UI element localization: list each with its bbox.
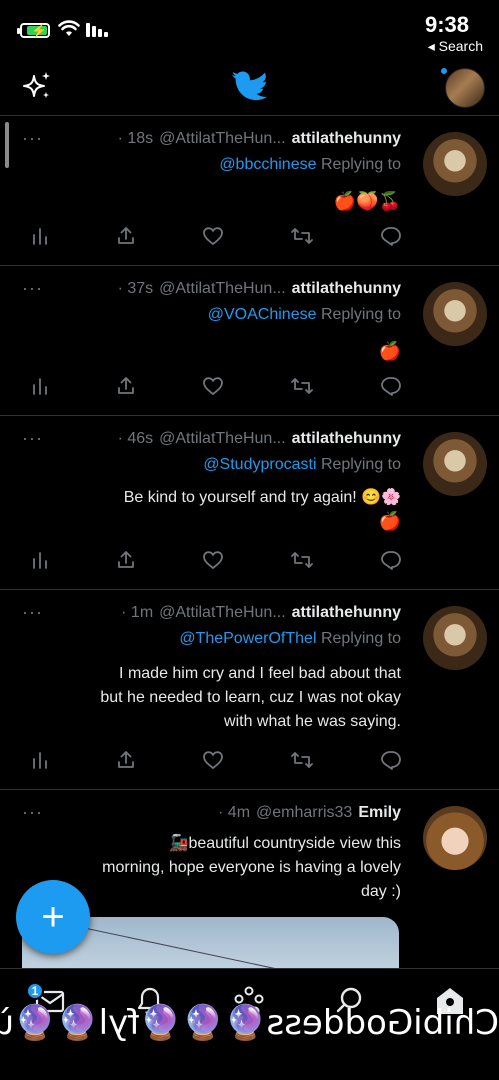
tweet-header: · 37s @AttilatTheHun... attilathehunny bbox=[118, 280, 401, 298]
avatar[interactable] bbox=[423, 132, 487, 196]
tweet-text: 🍎 bbox=[378, 341, 401, 362]
analytics-icon[interactable] bbox=[30, 376, 50, 396]
profile-avatar[interactable] bbox=[445, 68, 485, 108]
tweet-header: · 18s @AttilatTheHun... attilathehunny bbox=[118, 130, 401, 148]
retweet-icon[interactable] bbox=[290, 226, 314, 246]
reply-icon[interactable] bbox=[380, 550, 402, 570]
battery-charging-icon: ⚡ bbox=[17, 23, 50, 38]
reply-handle-link[interactable]: @VOAChinese bbox=[208, 306, 317, 323]
tweet-actions bbox=[30, 226, 402, 246]
tweet-header: · 1m @AttilatTheHun... attilathehunny bbox=[121, 604, 401, 622]
more-options-icon[interactable]: ··· bbox=[22, 602, 43, 623]
tweet-actions bbox=[30, 750, 402, 770]
replying-to: @ThePowerOfThel Replying to bbox=[179, 630, 401, 647]
analytics-icon[interactable] bbox=[30, 226, 50, 246]
tweet-time: · 1m bbox=[121, 604, 154, 621]
more-options-icon[interactable]: ··· bbox=[22, 128, 43, 149]
like-icon[interactable] bbox=[202, 750, 224, 770]
replying-to: @VOAChinese Replying to bbox=[207, 306, 401, 323]
avatar[interactable] bbox=[423, 806, 487, 870]
tweet[interactable]: · 46s @AttilatTheHun... attilathehunny ·… bbox=[0, 416, 499, 590]
avatar[interactable] bbox=[423, 282, 487, 346]
like-icon[interactable] bbox=[202, 226, 224, 246]
avatar[interactable] bbox=[423, 432, 487, 496]
share-icon[interactable] bbox=[116, 376, 136, 396]
status-bar: ⚡ 9:38 ◂ Search bbox=[0, 0, 499, 60]
tweet[interactable]: · 37s @AttilatTheHun... attilathehunny ·… bbox=[0, 266, 499, 416]
replying-to: @Studyprocasti Replying to bbox=[203, 456, 401, 473]
tweet-author-name[interactable]: attilathehunny bbox=[292, 604, 401, 622]
sparkle-icon[interactable] bbox=[20, 70, 54, 104]
more-options-icon[interactable]: ··· bbox=[22, 428, 43, 449]
account-notification-dot bbox=[439, 66, 449, 76]
share-icon[interactable] bbox=[116, 750, 136, 770]
reply-handle-link[interactable]: @bbcchinese bbox=[219, 156, 316, 173]
wifi-icon bbox=[58, 20, 80, 36]
status-time: 9:38 bbox=[424, 12, 469, 37]
tweet-time: · 18s bbox=[117, 130, 154, 147]
tweet-time: · 37s bbox=[117, 280, 154, 297]
top-header bbox=[0, 60, 499, 116]
tweet-author-name[interactable]: Emily bbox=[358, 804, 401, 822]
tweet-text: 🍎🍑🍒 bbox=[333, 191, 401, 212]
retweet-icon[interactable] bbox=[290, 750, 314, 770]
reply-handle-link[interactable]: @Studyprocasti bbox=[203, 456, 316, 473]
avatar[interactable] bbox=[423, 606, 487, 670]
tweet-header: · 46s @AttilatTheHun... attilathehunny bbox=[118, 430, 401, 448]
replying-to: @bbcchinese Replying to bbox=[219, 156, 401, 173]
tweet-time: · 46s bbox=[117, 430, 154, 447]
share-icon[interactable] bbox=[116, 226, 136, 246]
retweet-icon[interactable] bbox=[290, 376, 314, 396]
tweet[interactable]: · 1m @AttilatTheHun... attilathehunny ··… bbox=[0, 590, 499, 790]
tweet-author-name[interactable]: attilathehunny bbox=[292, 130, 401, 148]
tweet-header: · 4m @emharris33 Emily bbox=[218, 804, 401, 822]
tweet-handle[interactable]: @AttilatTheHun... bbox=[159, 280, 286, 298]
compose-tweet-button[interactable]: + bbox=[16, 880, 90, 954]
retweet-icon[interactable] bbox=[290, 550, 314, 570]
share-icon[interactable] bbox=[116, 550, 136, 570]
tweet-text: 🚂beautiful countryside view this morning… bbox=[102, 835, 401, 900]
tweet-handle[interactable]: @AttilatTheHun... bbox=[159, 130, 286, 148]
tweet-author-name[interactable]: attilathehunny bbox=[292, 430, 401, 448]
analytics-icon[interactable] bbox=[30, 550, 50, 570]
more-options-icon[interactable]: ··· bbox=[22, 802, 43, 823]
back-to-search-link[interactable]: ◂ Search bbox=[428, 38, 483, 55]
tweet-handle[interactable]: @AttilatTheHun... bbox=[159, 430, 286, 448]
twitter-bird-icon[interactable] bbox=[229, 68, 269, 104]
cellular-signal-icon bbox=[86, 23, 108, 37]
tweet-handle[interactable]: @emharris33 bbox=[256, 804, 352, 822]
tweet[interactable]: · 18s @AttilatTheHun... attilathehunny ·… bbox=[0, 116, 499, 266]
messages-badge: 1 bbox=[26, 982, 44, 1000]
reply-icon[interactable] bbox=[380, 376, 402, 396]
analytics-icon[interactable] bbox=[30, 750, 50, 770]
tweet-author-name[interactable]: attilathehunny bbox=[292, 280, 401, 298]
reply-icon[interactable] bbox=[380, 750, 402, 770]
overlay-username-text: ChibiGoddess🔮🔮🔮fyl🔮🔮ù bbox=[0, 1003, 499, 1043]
tweet-actions bbox=[30, 376, 402, 396]
reply-handle-link[interactable]: @ThePowerOfThel bbox=[179, 630, 316, 647]
tweet-text: Be kind to yourself and try again! 😊🌸 🍎 bbox=[123, 489, 401, 532]
more-options-icon[interactable]: ··· bbox=[22, 278, 43, 299]
tweet-actions bbox=[30, 550, 402, 570]
reply-icon[interactable] bbox=[380, 226, 402, 246]
tweet-text: I made him cry and I feel bad about that… bbox=[100, 665, 401, 730]
tweet-handle[interactable]: @AttilatTheHun... bbox=[159, 604, 286, 622]
like-icon[interactable] bbox=[202, 376, 224, 396]
like-icon[interactable] bbox=[202, 550, 224, 570]
tweet-time: · 4m bbox=[218, 804, 251, 821]
